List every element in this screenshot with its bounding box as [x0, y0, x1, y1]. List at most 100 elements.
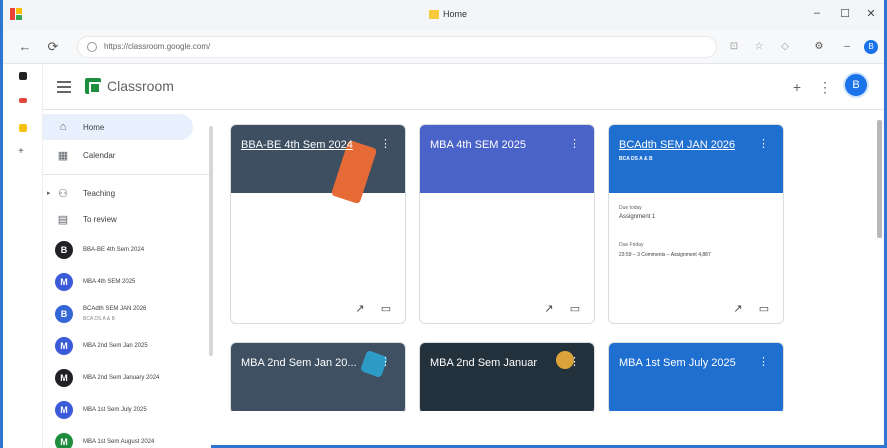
side-app-icon[interactable]: [19, 72, 27, 80]
sidebar-item-to-review[interactable]: ▤ To review: [43, 206, 193, 232]
more-vert-icon[interactable]: ⋮: [758, 355, 769, 368]
more-vert-icon[interactable]: ⋮: [380, 355, 391, 368]
sidebar-class-item[interactable]: M MBA 4th SEM 2025: [43, 269, 193, 295]
sidebar-class-item[interactable]: B BBA-BE 4th Sem 2024: [43, 237, 193, 263]
title-bar: Home – ☐ ✕: [3, 0, 884, 30]
card-title[interactable]: MBA 4th SEM 2025: [430, 139, 526, 151]
sidebar-class-item[interactable]: B BCAdth SEM JAN 2026 BCA DS A & B: [43, 301, 193, 327]
reload-button[interactable]: ⟳: [45, 39, 61, 55]
more-vert-icon[interactable]: ⋮: [569, 355, 580, 368]
minus-icon[interactable]: –: [841, 41, 853, 53]
sidebar-divider: [43, 174, 211, 175]
card-banner[interactable]: BBA-BE 4th Sem 2024 ⋮: [231, 125, 405, 205]
main-scrollbar[interactable]: [877, 120, 882, 238]
teaching-icon: ⚇: [58, 187, 68, 200]
sidebar-class-item[interactable]: M MBA 2nd Sem Jan 2025: [43, 333, 193, 359]
side-add-icon[interactable]: +: [18, 146, 24, 157]
due-label: Due today: [619, 205, 642, 211]
more-vert-icon[interactable]: ⋮: [758, 137, 769, 150]
tab-title-label: Home: [443, 9, 468, 19]
sidebar-item-home[interactable]: ⌂ Home: [43, 114, 193, 140]
more-vert-icon[interactable]: ⋮: [569, 137, 580, 150]
card-banner[interactable]: MBA 1st Sem July 2025 ⋮: [609, 343, 783, 411]
zoom-icon[interactable]: ⊡: [728, 41, 740, 53]
sidebar-class-item[interactable]: M MBA 1st Sem August 2024: [43, 429, 193, 448]
due-assignment-link[interactable]: Assignment 1: [619, 214, 655, 220]
trending-icon[interactable]: ↗: [731, 302, 745, 315]
shield-icon[interactable]: ◇: [779, 41, 791, 53]
maximize-button[interactable]: ☐: [837, 7, 853, 20]
class-card[interactable]: MBA 4th SEM 2025 ⋮ ↗ ▭: [419, 124, 595, 324]
card-footer: ↗ ▭: [231, 293, 405, 323]
sidebar-item-label: To review: [83, 214, 117, 224]
folder-icon[interactable]: ▭: [379, 302, 393, 315]
trending-icon[interactable]: ↗: [542, 302, 556, 315]
due-label: Due Friday: [619, 242, 644, 248]
home-icon: ⌂: [59, 121, 67, 133]
class-card[interactable]: BBA-BE 4th Sem 2024 ⋮ ↗ ▭: [230, 124, 406, 324]
sidebar-class-item[interactable]: M MBA 2nd Sem January 2024: [43, 365, 193, 391]
card-banner[interactable]: MBA 2nd Sem Januar ⋮: [420, 343, 594, 411]
classroom-logo-icon[interactable]: [85, 78, 101, 94]
profile-avatar-icon[interactable]: B: [864, 40, 878, 54]
minimize-button[interactable]: –: [809, 7, 825, 19]
sidebar-class-item[interactable]: M MBA 1st Sem July 2025: [43, 397, 193, 423]
class-avatar: M: [55, 369, 73, 387]
folder-icon[interactable]: ▭: [757, 302, 771, 315]
tab-favicon-icon: [429, 9, 439, 19]
side-notes-icon[interactable]: [19, 124, 27, 132]
side-mail-icon[interactable]: [19, 98, 27, 103]
site-info-icon[interactable]: [87, 42, 97, 52]
settings-gear-icon[interactable]: ⚙: [813, 41, 825, 53]
card-banner[interactable]: MBA 4th SEM 2025 ⋮: [420, 125, 594, 193]
address-bar-row: ← ⟳ https://classroom.google.com/ ⊡ ☆ ◇ …: [3, 30, 884, 64]
bookmark-star-icon[interactable]: ☆: [753, 41, 765, 53]
browser-window: Home – ☐ ✕ ← ⟳ https://classroom.google.…: [0, 0, 887, 448]
folder-icon[interactable]: ▭: [568, 302, 582, 315]
card-section: BCA DS A & B: [619, 156, 653, 162]
card-title[interactable]: MBA 2nd Sem Januar: [430, 357, 537, 369]
url-field[interactable]: https://classroom.google.com/: [77, 36, 717, 58]
class-avatar: B: [55, 305, 73, 323]
url-text: https://classroom.google.com/: [104, 42, 211, 51]
due-assignment-link[interactable]: 23:59 – 3 Comments – Assignment 4,887: [619, 252, 711, 258]
plus-icon[interactable]: +: [789, 79, 805, 95]
class-avatar: M: [55, 273, 73, 291]
card-title[interactable]: MBA 1st Sem July 2025: [619, 357, 736, 369]
trending-icon[interactable]: ↗: [353, 302, 367, 315]
class-name: BCAdth SEM JAN 2026: [83, 306, 147, 312]
card-banner[interactable]: BCAdth SEM JAN 2026 BCA DS A & B ⋮: [609, 125, 783, 193]
sidebar-item-teaching[interactable]: ▸ ⚇ Teaching: [43, 180, 193, 206]
card-title[interactable]: BCAdth SEM JAN 2026: [619, 139, 735, 151]
sidebar-item-calendar[interactable]: ▦ Calendar: [43, 142, 193, 168]
back-button[interactable]: ←: [17, 39, 33, 54]
class-card[interactable]: MBA 2nd Sem Jan 20... ⋮: [230, 342, 406, 414]
review-icon: ▤: [57, 213, 69, 226]
class-card[interactable]: MBA 2nd Sem Januar ⋮: [419, 342, 595, 414]
sidebar-item-label: Home: [83, 122, 105, 132]
app-title[interactable]: Classroom: [107, 78, 174, 94]
sidebar: ⌂ Home ▦ Calendar ▸ ⚇ Teaching ▤ To revi…: [43, 110, 211, 448]
close-button[interactable]: ✕: [863, 7, 879, 20]
card-title[interactable]: MBA 2nd Sem Jan 20...: [241, 357, 357, 369]
account-avatar[interactable]: B: [843, 72, 869, 98]
card-title[interactable]: BBA-BE 4th Sem 2024: [241, 139, 353, 151]
class-avatar: M: [55, 401, 73, 419]
main-menu-icon[interactable]: [57, 81, 71, 93]
more-vert-icon[interactable]: ⋮: [380, 137, 391, 150]
class-card[interactable]: MBA 1st Sem July 2025 ⋮: [608, 342, 784, 414]
class-section: BCA DS A & B: [83, 316, 115, 322]
class-name: MBA 1st Sem July 2025: [83, 407, 147, 413]
apps-grid-icon[interactable]: ⋮: [817, 79, 833, 96]
card-banner[interactable]: MBA 2nd Sem Jan 20... ⋮: [231, 343, 405, 411]
tab-title[interactable]: Home: [429, 9, 467, 19]
expand-caret-icon[interactable]: ▸: [47, 189, 51, 197]
card-footer: ↗ ▭: [420, 293, 594, 323]
sidebar-item-label: Calendar: [83, 150, 116, 160]
class-avatar: M: [55, 433, 73, 448]
class-card[interactable]: BCAdth SEM JAN 2026 BCA DS A & B ⋮ Due t…: [608, 124, 784, 324]
sidebar-scrollbar[interactable]: [209, 126, 213, 356]
calendar-icon: ▦: [57, 149, 69, 162]
card-footer: ↗ ▭: [609, 293, 783, 323]
sidebar-item-label: Teaching: [83, 188, 116, 198]
